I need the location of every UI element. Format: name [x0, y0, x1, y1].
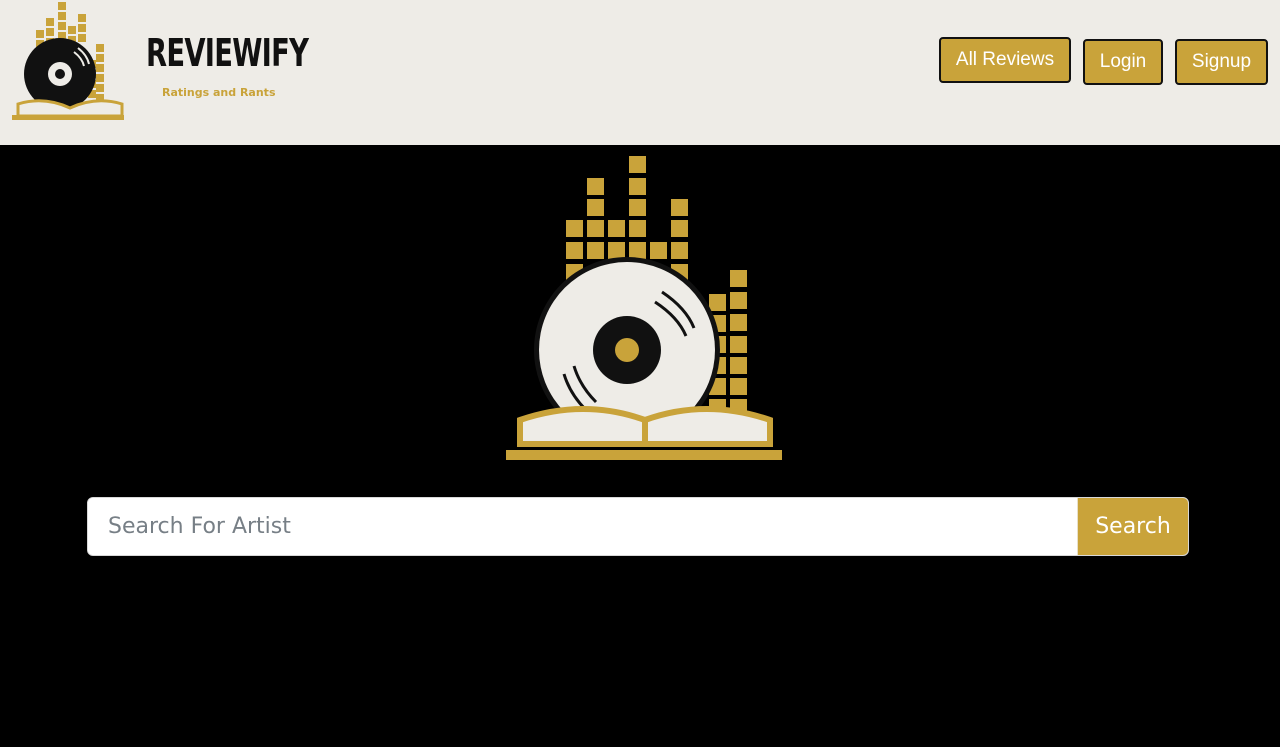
brand-tagline: Ratings and Rants [162, 86, 276, 99]
artist-search-bar: Search [87, 497, 1189, 556]
search-button[interactable]: Search [1077, 498, 1188, 555]
brand[interactable]: REVIEWIFY Ratings and Rants [10, 0, 309, 125]
all-reviews-button[interactable]: All Reviews [939, 37, 1071, 83]
login-button[interactable]: Login [1083, 39, 1163, 85]
search-input[interactable] [88, 498, 1077, 555]
site-header: REVIEWIFY Ratings and Rants All Reviews … [0, 0, 1280, 145]
signup-button[interactable]: Signup [1175, 39, 1268, 85]
vinyl-book-equalizer-icon [506, 156, 782, 460]
vinyl-book-equalizer-icon [12, 2, 124, 120]
brand-name: REVIEWIFY [146, 31, 309, 75]
